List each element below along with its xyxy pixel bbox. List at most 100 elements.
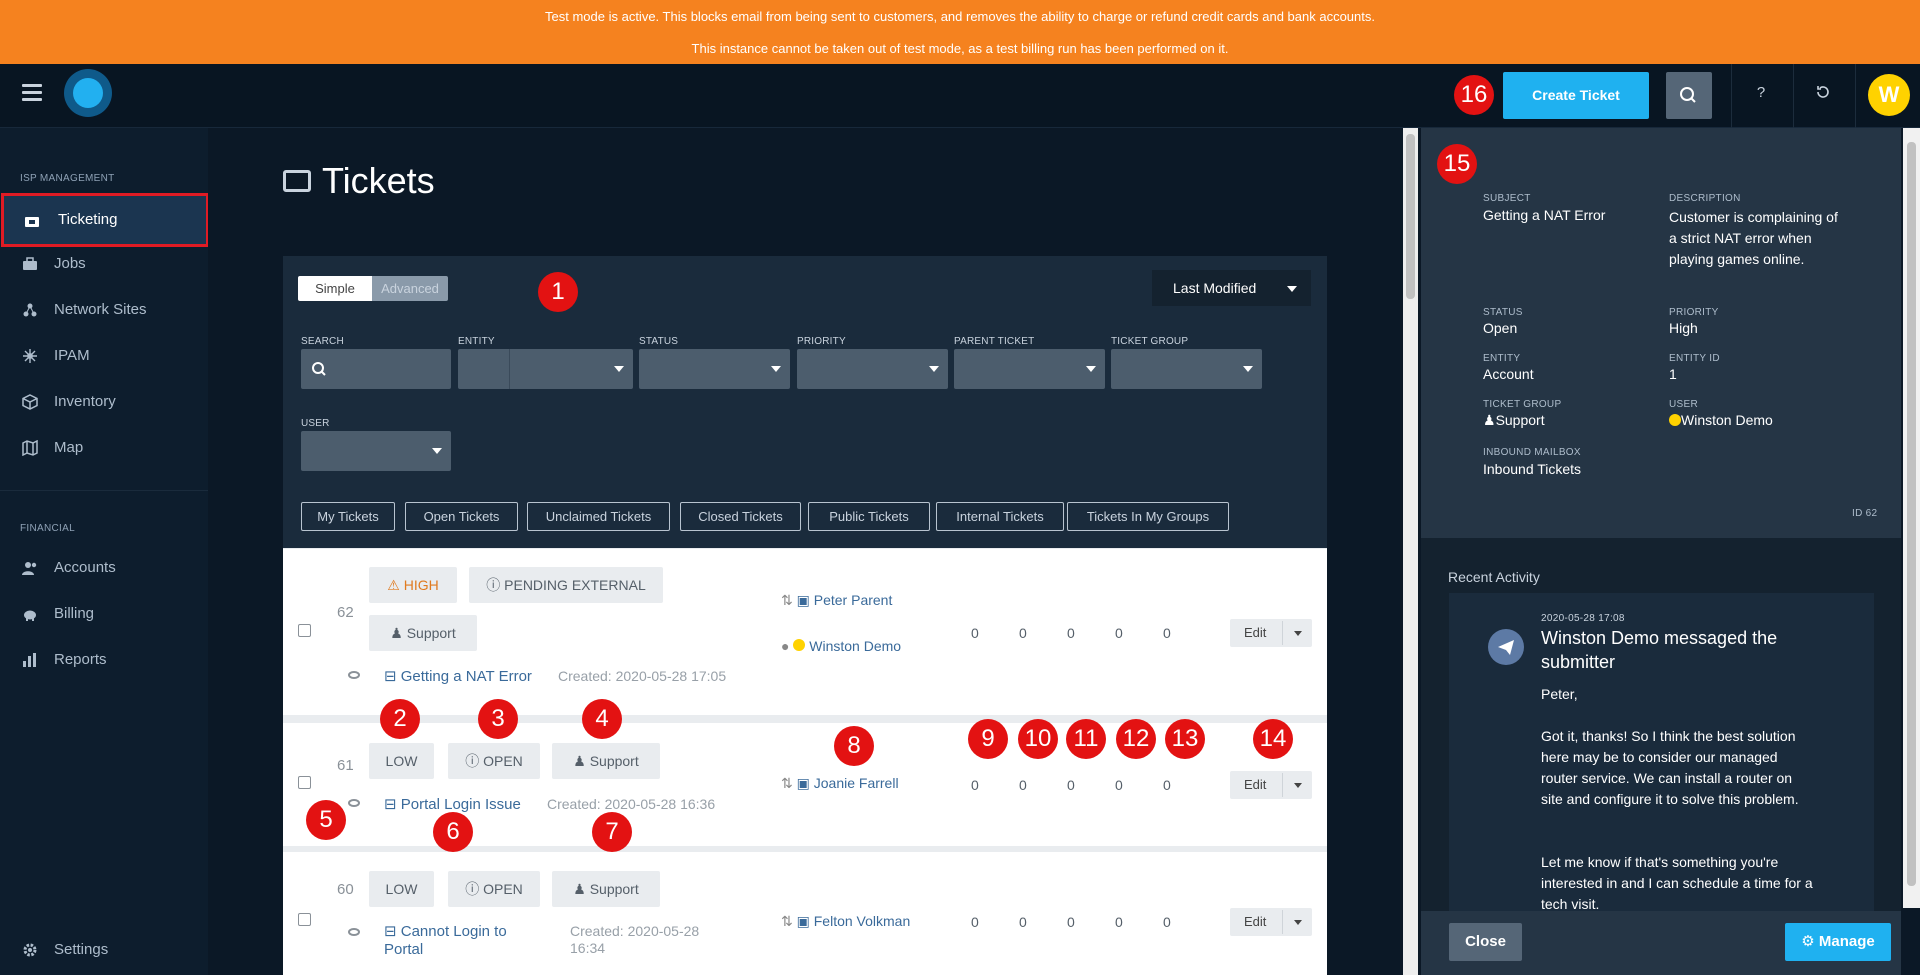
user-select[interactable]: [301, 431, 451, 471]
tasks-count: 0: [971, 914, 979, 930]
advanced-tab[interactable]: Advanced: [372, 276, 448, 301]
callout-5: 5: [306, 800, 346, 840]
manage-button[interactable]: ⚙ Manage: [1785, 923, 1891, 961]
sidebar-section-isp: ISP MANAGEMENT: [20, 173, 115, 184]
callout-11: 11: [1066, 719, 1106, 759]
files-count: 0: [1019, 777, 1027, 793]
sidebar-item-ticketing[interactable]: Ticketing: [1, 193, 209, 247]
assignee[interactable]: ⇅ ▣ Peter Parent: [781, 592, 892, 609]
my-tickets-button[interactable]: My Tickets: [301, 502, 395, 531]
logo[interactable]: [64, 69, 112, 117]
sidebar-item-billing[interactable]: Billing: [0, 591, 208, 637]
sidebar-item-ipam[interactable]: IPAM: [0, 333, 208, 379]
priority-badge[interactable]: ⚠ HIGH: [369, 567, 457, 603]
priority-badge[interactable]: LOW: [369, 871, 434, 907]
priority-badge[interactable]: LOW: [369, 743, 434, 779]
public-tickets-button[interactable]: Public Tickets: [808, 502, 930, 531]
status-label: OPEN: [483, 753, 523, 769]
mailbox-value: Inbound Tickets: [1483, 461, 1582, 477]
status-badge[interactable]: ⓘ PENDING EXTERNAL: [469, 567, 663, 603]
row-checkbox[interactable]: [298, 913, 311, 926]
search-input[interactable]: [301, 349, 451, 389]
activity-title: Recent Activity: [1448, 569, 1540, 585]
parent-ticket-select[interactable]: [954, 349, 1105, 389]
panel-scrollbar[interactable]: [1903, 128, 1920, 908]
sidebar-section-financial: FINANCIAL: [20, 523, 75, 534]
sidebar-item-jobs[interactable]: Jobs: [0, 241, 208, 287]
parent-ticket-label: PARENT TICKET: [954, 336, 1035, 347]
chevron-down-icon: [1294, 631, 1302, 636]
status-select[interactable]: [639, 349, 790, 389]
page-title: Tickets: [322, 160, 435, 201]
help-icon[interactable]: ?: [1746, 84, 1776, 101]
row-checkbox[interactable]: [298, 624, 311, 637]
status-label: STATUS: [639, 336, 679, 347]
briefcase-icon: [23, 257, 37, 270]
edit-button[interactable]: Edit: [1230, 908, 1312, 936]
test-mode-banner: Test mode is active. This blocks email f…: [0, 0, 1920, 64]
assignee-name: Felton Volkman: [813, 913, 911, 929]
sidebar-item-network-sites[interactable]: Network Sites: [0, 287, 208, 333]
create-ticket-button[interactable]: Create Ticket: [1503, 72, 1649, 119]
open-tickets-button[interactable]: Open Tickets: [405, 502, 518, 531]
assignee[interactable]: ⇅ ▣ Joanie Farrell: [781, 775, 899, 792]
mailbox-label: INBOUND MAILBOX: [1483, 447, 1581, 458]
internal-tickets-button[interactable]: Internal Tickets: [936, 502, 1064, 531]
ticket-subject-link[interactable]: ⊟ Portal Login Issue: [384, 795, 521, 813]
tasks-count: 0: [971, 625, 979, 641]
group-label: Support: [589, 881, 639, 897]
sidebar-item-label: Billing: [54, 605, 95, 622]
tickets-in-my-groups-button[interactable]: Tickets In My Groups: [1067, 502, 1229, 531]
edit-label: Edit: [1244, 625, 1267, 640]
row-checkbox[interactable]: [298, 776, 311, 789]
status-badge[interactable]: ⓘ OPEN: [448, 871, 540, 907]
sidebar-item-accounts[interactable]: Accounts: [0, 545, 208, 591]
activity-heading: Winston Demo messaged the submitter: [1541, 628, 1778, 672]
priority-label: HIGH: [403, 577, 439, 593]
created-date: Created: 2020-05-28 16:36: [547, 796, 716, 812]
user-value[interactable]: Winston Demo: [1669, 410, 1773, 431]
edit-button[interactable]: Edit: [1230, 771, 1312, 799]
sort-dropdown[interactable]: Last Modified: [1152, 270, 1311, 306]
sidebar-item-label: IPAM: [54, 347, 90, 364]
sidebar-item-inventory[interactable]: Inventory: [0, 379, 208, 425]
eye-icon[interactable]: [348, 671, 360, 679]
eye-icon[interactable]: [348, 799, 360, 807]
ticket-subject: Portal Login Issue: [400, 796, 521, 813]
created-date: Created: 2020-05-28 17:05: [558, 668, 727, 684]
menu-icon[interactable]: [22, 84, 42, 101]
unclaimed-tickets-button[interactable]: Unclaimed Tickets: [527, 502, 670, 531]
inventory-count: 0: [1115, 914, 1123, 930]
priority-select[interactable]: [797, 349, 948, 389]
simple-tab[interactable]: Simple: [298, 276, 372, 301]
group-badge[interactable]: ♟ Support: [552, 871, 660, 907]
group-label: Support: [406, 625, 456, 641]
ticket-user[interactable]: ● Winston Demo: [781, 638, 911, 654]
avatar[interactable]: W: [1868, 74, 1910, 116]
callout-13: 13: [1165, 719, 1205, 759]
history-icon[interactable]: [1808, 84, 1838, 104]
ticket-subject-link[interactable]: ⊟ Getting a NAT Error: [384, 667, 532, 685]
edit-button[interactable]: Edit: [1230, 619, 1312, 647]
close-button[interactable]: Close: [1449, 923, 1522, 961]
sidebar-item-settings[interactable]: Settings: [0, 927, 208, 973]
entity-select[interactable]: [458, 349, 633, 389]
scrollbar[interactable]: [1403, 128, 1418, 975]
ticket-subject-link[interactable]: ⊟ Cannot Login to Portal: [384, 923, 524, 959]
users-icon: [22, 562, 37, 575]
entity-value: Account: [1483, 366, 1534, 382]
subject-label: SUBJECT: [1483, 193, 1531, 204]
group-badge[interactable]: ♟ Support: [369, 615, 477, 651]
callout-2: 2: [380, 699, 420, 739]
eye-icon[interactable]: [348, 928, 360, 936]
status-badge[interactable]: ⓘ OPEN: [448, 743, 540, 779]
closed-tickets-button[interactable]: Closed Tickets: [680, 502, 801, 531]
assignee[interactable]: ⇅ ▣ Felton Volkman: [781, 913, 910, 930]
search-button[interactable]: [1666, 72, 1712, 119]
group-badge[interactable]: ♟ Support: [552, 743, 660, 779]
ticket-group-select[interactable]: [1111, 349, 1262, 389]
sidebar-item-label: Ticketing: [58, 211, 118, 228]
sidebar-item-map[interactable]: Map: [0, 425, 208, 471]
sidebar-item-reports[interactable]: Reports: [0, 637, 208, 683]
network-icon: [23, 303, 37, 317]
